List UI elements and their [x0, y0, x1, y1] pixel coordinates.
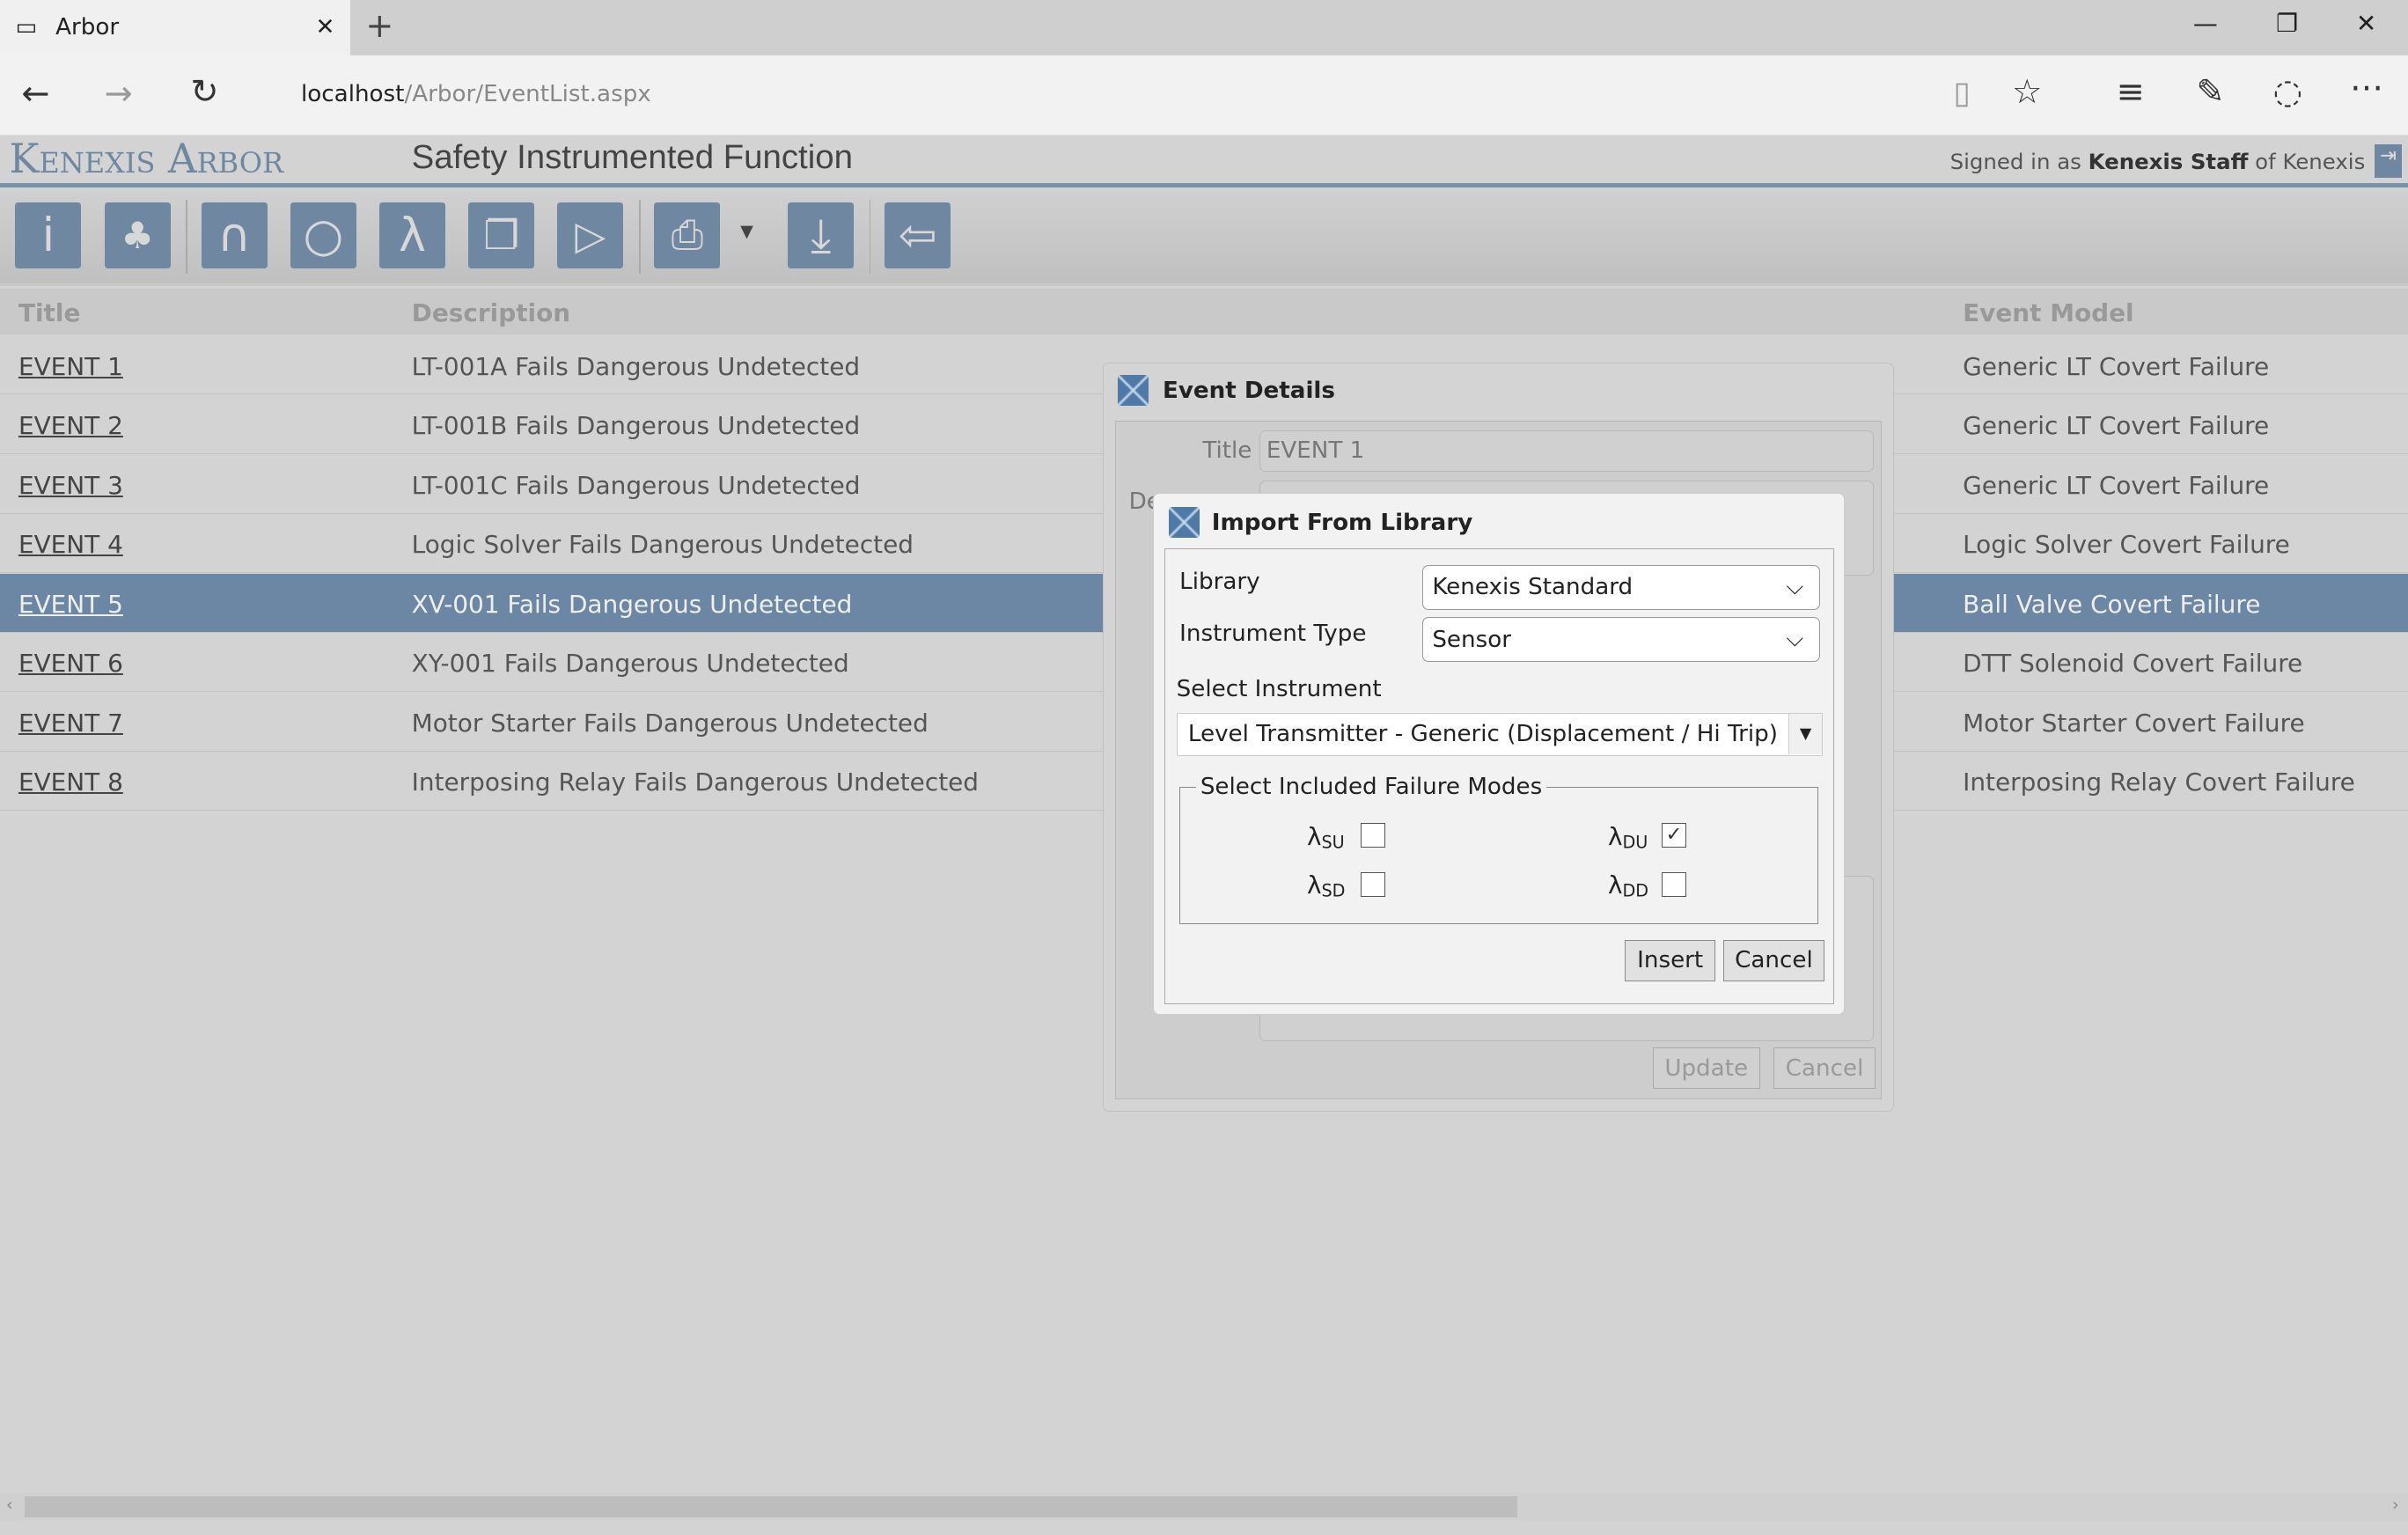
- chevron-down-icon: ⌵: [1786, 626, 1804, 653]
- hierarchy-icon[interactable]: ♣: [104, 202, 171, 269]
- event-description: LT-001A Fails Dangerous Undetected: [411, 351, 861, 381]
- minimize-icon[interactable]: —: [2193, 9, 2218, 38]
- event-model: Motor Starter Covert Failure: [1963, 708, 2305, 738]
- toolbar-separator: [869, 199, 871, 274]
- printer-icon[interactable]: ⎙: [654, 202, 721, 269]
- event-model: DTT Solenoid Covert Failure: [1963, 649, 2303, 679]
- hub-icon[interactable]: ≡: [2117, 72, 2145, 112]
- print-dropdown-icon[interactable]: ▼: [740, 221, 753, 241]
- event-model: Generic LT Covert Failure: [1963, 470, 2270, 500]
- library-select[interactable]: Kenexis Standard ⌵: [1421, 565, 1820, 610]
- event-model: Generic LT Covert Failure: [1963, 411, 2270, 441]
- failure-mode-label: λSU: [1306, 821, 1345, 853]
- event-description: Logic Solver Fails Dangerous Undetected: [411, 530, 914, 560]
- reading-view-icon[interactable]: ▯: [1954, 76, 1971, 111]
- scroll-left-icon[interactable]: ‹: [6, 1495, 13, 1515]
- scroll-right-icon[interactable]: ›: [2392, 1495, 2399, 1515]
- sign-out-icon[interactable]: ⇥: [2374, 144, 2403, 179]
- event-description: Interposing Relay Fails Dangerous Undete…: [411, 768, 980, 797]
- event-title-link[interactable]: EVENT 4: [18, 530, 123, 559]
- instrument-value: Level Transmitter - Generic (Displacemen…: [1187, 721, 1778, 748]
- event-description: Motor Starter Fails Dangerous Undetected: [411, 708, 929, 738]
- column-title[interactable]: Title: [18, 298, 80, 327]
- event-title-link[interactable]: EVENT 7: [18, 709, 123, 738]
- dialog-logo-icon: [1118, 374, 1149, 406]
- toolbar-separator: [638, 199, 641, 274]
- share-icon[interactable]: ◌: [2273, 72, 2303, 112]
- failure-mode-checkbox[interactable]: [1662, 872, 1686, 898]
- failure-mode-label: λSD: [1306, 870, 1346, 901]
- play-icon[interactable]: ▷: [557, 202, 624, 269]
- toolbar-separator: [186, 199, 187, 274]
- import-dialog-title: Import From Library: [1211, 510, 1473, 537]
- library-label: Library: [1179, 568, 1260, 595]
- url-field[interactable]: localhost/Arbor/EventList.aspx: [301, 81, 651, 107]
- event-model: Interposing Relay Covert Failure: [1963, 768, 2355, 797]
- chevron-down-icon: ⌵: [1786, 573, 1804, 600]
- signed-in-text: Signed in as Kenexis Staff of Kenexis: [1949, 149, 2366, 175]
- back-icon[interactable]: ←: [21, 74, 49, 114]
- import-dialog-logo-icon: [1168, 506, 1200, 538]
- event-description: LT-001C Fails Dangerous Undetected: [411, 470, 861, 500]
- event-title-link[interactable]: EVENT 6: [18, 649, 123, 678]
- logo: Kenexis Arbor: [9, 135, 284, 182]
- insert-button[interactable]: Insert: [1625, 939, 1716, 982]
- failure-mode-label: λDU: [1608, 821, 1648, 853]
- window-close-icon[interactable]: ✕: [2356, 9, 2376, 38]
- table-header: Title Description Event Model: [0, 289, 2408, 335]
- update-button[interactable]: Update: [1652, 1047, 1760, 1090]
- bell-shape-icon[interactable]: ∩: [201, 202, 268, 269]
- close-tab-icon[interactable]: ✕: [316, 14, 335, 40]
- download-icon[interactable]: ⤓: [788, 202, 855, 269]
- page-title: Safety Instrumented Function: [411, 138, 853, 177]
- back-arrow-icon[interactable]: ⇦: [885, 202, 951, 269]
- event-model: Generic LT Covert Failure: [1963, 351, 2270, 381]
- tab-page-icon: ▭: [15, 14, 38, 41]
- event-model: Ball Valve Covert Failure: [1963, 589, 2261, 619]
- favorite-star-icon[interactable]: ☆: [2012, 72, 2042, 112]
- import-cancel-button[interactable]: Cancel: [1722, 939, 1825, 982]
- info-icon[interactable]: i: [15, 202, 82, 269]
- browser-tab[interactable]: ▭ Arbor ✕: [0, 0, 350, 55]
- forward-icon[interactable]: →: [105, 74, 133, 114]
- failure-modes-group: Select Included Failure Modes: [1179, 774, 1819, 925]
- event-title-link[interactable]: EVENT 8: [18, 768, 123, 797]
- tab-title: Arbor: [55, 14, 120, 41]
- toolbar: [0, 190, 2408, 286]
- event-title-link[interactable]: EVENT 5: [18, 590, 123, 619]
- title-field[interactable]: EVENT 1: [1259, 430, 1874, 472]
- event-model: Logic Solver Covert Failure: [1963, 530, 2290, 560]
- instrument-type-select[interactable]: Sensor ⌵: [1421, 617, 1820, 663]
- event-title-link[interactable]: EVENT 3: [18, 471, 123, 500]
- select-instrument-label: Select Instrument: [1176, 675, 1382, 702]
- failure-mode-checkbox[interactable]: ✓: [1662, 823, 1686, 848]
- event-title-link[interactable]: EVENT 1: [18, 352, 123, 381]
- title-label: Title: [1202, 437, 1252, 465]
- dropdown-arrow-icon[interactable]: ▼: [1788, 714, 1823, 754]
- failure-mode-label: λDD: [1608, 870, 1649, 901]
- event-description: XV-001 Fails Dangerous Undetected: [411, 589, 853, 619]
- failure-mode-checkbox[interactable]: [1361, 872, 1385, 898]
- event-title-link[interactable]: EVENT 2: [18, 411, 123, 440]
- instrument-type-label: Instrument Type: [1179, 620, 1367, 647]
- scrollbar-thumb[interactable]: [24, 1495, 1518, 1518]
- new-tab-icon[interactable]: +: [365, 6, 393, 46]
- lambda-icon[interactable]: λ: [379, 202, 446, 269]
- event-description: LT-001B Fails Dangerous Undetected: [411, 411, 861, 441]
- column-description[interactable]: Description: [412, 298, 571, 327]
- event-description: XY-001 Fails Dangerous Undetected: [411, 649, 849, 679]
- failure-modes-legend: Select Included Failure Modes: [1200, 774, 1543, 801]
- copy-icon[interactable]: ❐: [468, 202, 535, 269]
- tab-bar: [0, 0, 2408, 55]
- event-cancel-button[interactable]: Cancel: [1773, 1047, 1876, 1090]
- refresh-icon[interactable]: ↻: [190, 72, 218, 112]
- failure-mode-checkbox[interactable]: [1361, 823, 1385, 848]
- circle-icon[interactable]: ○: [290, 202, 356, 269]
- dialog-title: Event Details: [1162, 378, 1335, 405]
- more-icon[interactable]: ⋯: [2350, 68, 2383, 107]
- web-note-icon[interactable]: ✎: [2196, 72, 2224, 112]
- instrument-combobox[interactable]: Level Transmitter - Generic (Displacemen…: [1176, 712, 1824, 756]
- restore-icon[interactable]: ❐: [2276, 9, 2298, 38]
- column-event-model[interactable]: Event Model: [1963, 298, 2134, 327]
